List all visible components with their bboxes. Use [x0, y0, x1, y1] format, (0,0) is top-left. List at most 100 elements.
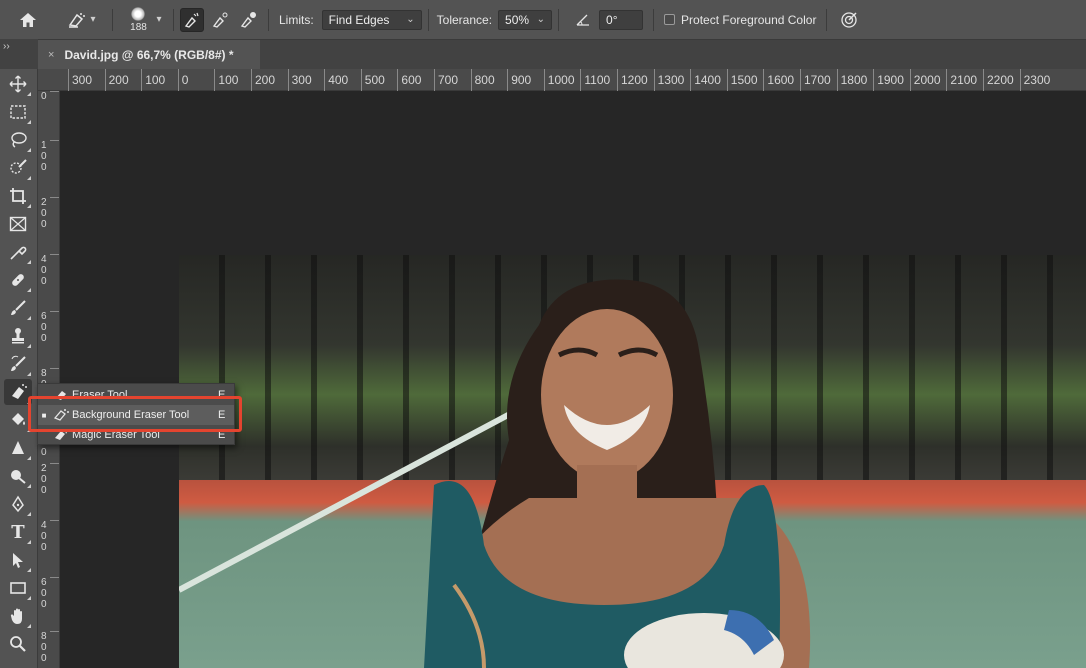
ruler-tick-label: 1 0 0	[41, 140, 47, 174]
sampling-once-button[interactable]	[208, 8, 232, 32]
lasso-tool[interactable]	[4, 127, 32, 153]
brush-icon	[11, 300, 26, 315]
blur-icon	[12, 441, 24, 454]
pen-tool[interactable]	[4, 491, 32, 517]
options-bar: ▾ 188 ▾ Limits: Find Edges ⌄ Tolerance:	[0, 0, 1086, 39]
tool-preset-picker[interactable]: ▾	[56, 0, 106, 39]
home-button[interactable]	[0, 0, 56, 39]
angle-field[interactable]: 0°	[599, 9, 644, 30]
ruler-tick-label: 2200	[983, 69, 1014, 91]
chevron-down-icon: ▾	[90, 14, 96, 25]
ruler-tick-label: 2 0 0	[41, 463, 47, 497]
eyedropper-icon	[10, 246, 27, 260]
submenu-indicator	[27, 372, 31, 376]
ruler-tick-label: 200	[251, 69, 275, 91]
protect-foreground-label: Protect Foreground Color	[681, 12, 817, 27]
ruler-tick-label: 500	[360, 69, 385, 91]
submenu-indicator	[27, 176, 31, 180]
brush-size: 188	[130, 21, 147, 33]
rectangle-tool[interactable]	[4, 575, 32, 601]
horizontal-ruler: 300 200 100 0 100 200 300 400 500 600 700 800 900 100…	[38, 69, 1086, 91]
tolerance-field[interactable]: 50% ⌄	[498, 9, 553, 30]
ruler-tick-label: 300	[68, 69, 92, 91]
hand-tool[interactable]	[4, 603, 32, 629]
submenu-indicator	[27, 288, 31, 292]
zoom-tool[interactable]	[4, 631, 32, 657]
eyedropper-tool[interactable]	[4, 239, 32, 265]
ruler-tick-label: 600	[397, 69, 421, 91]
submenu-indicator	[27, 204, 31, 208]
frame-icon	[9, 216, 27, 232]
type-tool[interactable]: T	[4, 519, 32, 545]
crop-tool[interactable]	[4, 183, 32, 209]
history-brush-tool[interactable]	[4, 351, 32, 377]
sampling-continuous-button[interactable]	[180, 7, 204, 32]
divider	[826, 8, 828, 31]
bucket-icon	[12, 413, 25, 425]
submenu-indicator	[27, 92, 31, 96]
document-title: David.jpg @ 66,7% (RGB/8#) *	[64, 48, 234, 62]
submenu-indicator	[27, 344, 31, 348]
rectangle-icon	[10, 582, 26, 594]
frame-tool[interactable]	[4, 211, 32, 237]
crop-icon	[10, 188, 26, 204]
clone-stamp-tool[interactable]	[4, 323, 32, 349]
brush-tool[interactable]	[4, 295, 32, 321]
image-subject	[424, 279, 811, 668]
dodge-tool[interactable]	[4, 463, 32, 489]
brush-preview: 188	[124, 6, 152, 33]
move-tool[interactable]	[4, 71, 32, 97]
pressure-size-icon	[841, 11, 858, 28]
background-eraser-icon	[69, 12, 86, 28]
highlight-box	[28, 396, 242, 432]
ruler-tick-label: 4 0 0	[41, 520, 47, 554]
path-selection-tool[interactable]	[4, 547, 32, 573]
tolerance-label: Tolerance:	[436, 12, 493, 27]
sampling-once-icon	[212, 12, 228, 28]
protect-foreground-checkbox[interactable]: Protect Foreground Color	[664, 13, 816, 27]
ruler-tick-label: 900	[507, 69, 531, 91]
document-image[interactable]	[179, 255, 1086, 668]
angle-icon	[576, 14, 590, 26]
zoom-icon	[10, 636, 26, 652]
hand-icon	[10, 608, 22, 624]
ruler-tick-label: 4 0 0	[41, 254, 47, 288]
ruler-tick-line	[50, 91, 59, 92]
vertical-ruler: 01 0 02 0 04 0 06 0 08 0 01 0 002 0 04 0…	[38, 91, 60, 668]
quick-selection-tool[interactable]	[4, 155, 32, 181]
ruler-tick-label: 2 0 0	[41, 197, 47, 231]
ruler-tick-label: 0	[41, 91, 47, 102]
limits-dropdown[interactable]: Find Edges ⌄	[321, 9, 422, 30]
ruler-tick-label: 1300	[653, 69, 684, 91]
divider	[173, 8, 174, 31]
healing-brush-tool[interactable]	[4, 267, 32, 293]
blur-tool[interactable]	[4, 435, 32, 461]
close-tab-icon[interactable]: ×	[48, 49, 54, 61]
lasso-icon	[11, 132, 27, 148]
ruler-tick-label: 100	[214, 69, 238, 91]
home-icon	[20, 12, 36, 27]
quick-select-icon	[10, 159, 27, 174]
panel-collapse-button[interactable]: ››	[0, 39, 38, 69]
chevron-down-icon: ▾	[156, 14, 162, 25]
document-tab-bar: × David.jpg @ 66,7% (RGB/8#) *	[38, 39, 1086, 70]
pressure-size-button[interactable]	[837, 0, 861, 39]
marquee-tool[interactable]	[4, 99, 32, 125]
document-tab[interactable]: × David.jpg @ 66,7% (RGB/8#) *	[38, 40, 260, 70]
sampling-swatch-icon	[240, 11, 256, 28]
submenu-indicator	[27, 512, 31, 516]
brush-preset-picker[interactable]: 188 ▾	[119, 0, 167, 39]
ruler-tick-label: 1000	[543, 69, 575, 91]
move-icon	[9, 75, 27, 93]
ruler-tick-label: 1500	[726, 69, 758, 91]
ruler-tick-line	[50, 254, 59, 256]
chevron-down-icon: ⌄	[536, 14, 546, 25]
ruler-tick-label: 1100	[580, 69, 610, 91]
submenu-indicator	[27, 540, 31, 544]
ruler-tick-label: 1700	[800, 69, 831, 91]
sampling-swatch-button[interactable]	[236, 8, 260, 32]
ruler-tick-label: 1800	[836, 69, 867, 91]
history-brush-icon	[11, 355, 26, 371]
ruler-tick-label: 2100	[946, 69, 977, 91]
ruler-tick-label: 6 0 0	[41, 311, 47, 345]
